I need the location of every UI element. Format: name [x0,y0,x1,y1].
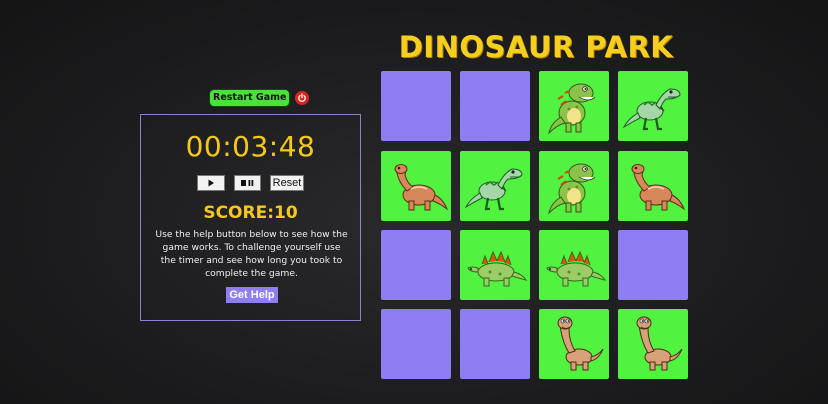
raptor-icon [464,168,523,211]
card-revealed[interactable] [618,151,688,221]
timer-controls: Reset [197,175,304,191]
restart-game-button[interactable]: Restart Game [209,89,291,107]
score-display: SCORE:10 [203,203,298,223]
brontosaurus-icon [394,164,449,211]
timer-display: 00:03:48 [185,130,316,163]
card-revealed[interactable] [539,230,609,300]
diplodocus-icon [636,316,683,371]
pause-icon [240,180,253,186]
card-revealed[interactable] [381,151,451,221]
raptor-icon [622,88,681,131]
card-revealed[interactable] [618,309,688,379]
t-rex-icon [548,83,596,135]
card-revealed[interactable] [460,230,530,300]
stegosaurus-icon [467,250,528,287]
help-description: Use the help button below to see how the… [155,229,348,279]
reset-button[interactable]: Reset [270,175,304,191]
card-revealed[interactable] [460,151,530,221]
power-icon[interactable] [295,91,310,105]
card-revealed[interactable] [539,151,609,221]
play-button[interactable] [197,175,225,191]
timer-panel: 00:03:48 Reset SCORE:10 Use the help but… [140,114,361,321]
card-revealed[interactable] [539,309,609,379]
card-hidden[interactable] [381,309,451,379]
diplodocus-icon [557,316,604,371]
card-revealed[interactable] [618,71,688,141]
pause-button[interactable] [234,175,261,191]
t-rex-icon [548,163,596,215]
play-icon [208,179,214,187]
restart-row: Restart Game [209,89,310,107]
card-hidden[interactable] [618,230,688,300]
card-hidden[interactable] [381,71,451,141]
card-hidden[interactable] [460,71,530,141]
stegosaurus-icon [546,250,607,287]
game-title: DINOSAUR PARK [398,30,674,64]
card-grid [381,71,690,381]
card-hidden[interactable] [460,309,530,379]
get-help-button[interactable]: Get Help [226,287,278,303]
brontosaurus-icon [631,164,686,211]
card-revealed[interactable] [539,71,609,141]
card-hidden[interactable] [381,230,451,300]
